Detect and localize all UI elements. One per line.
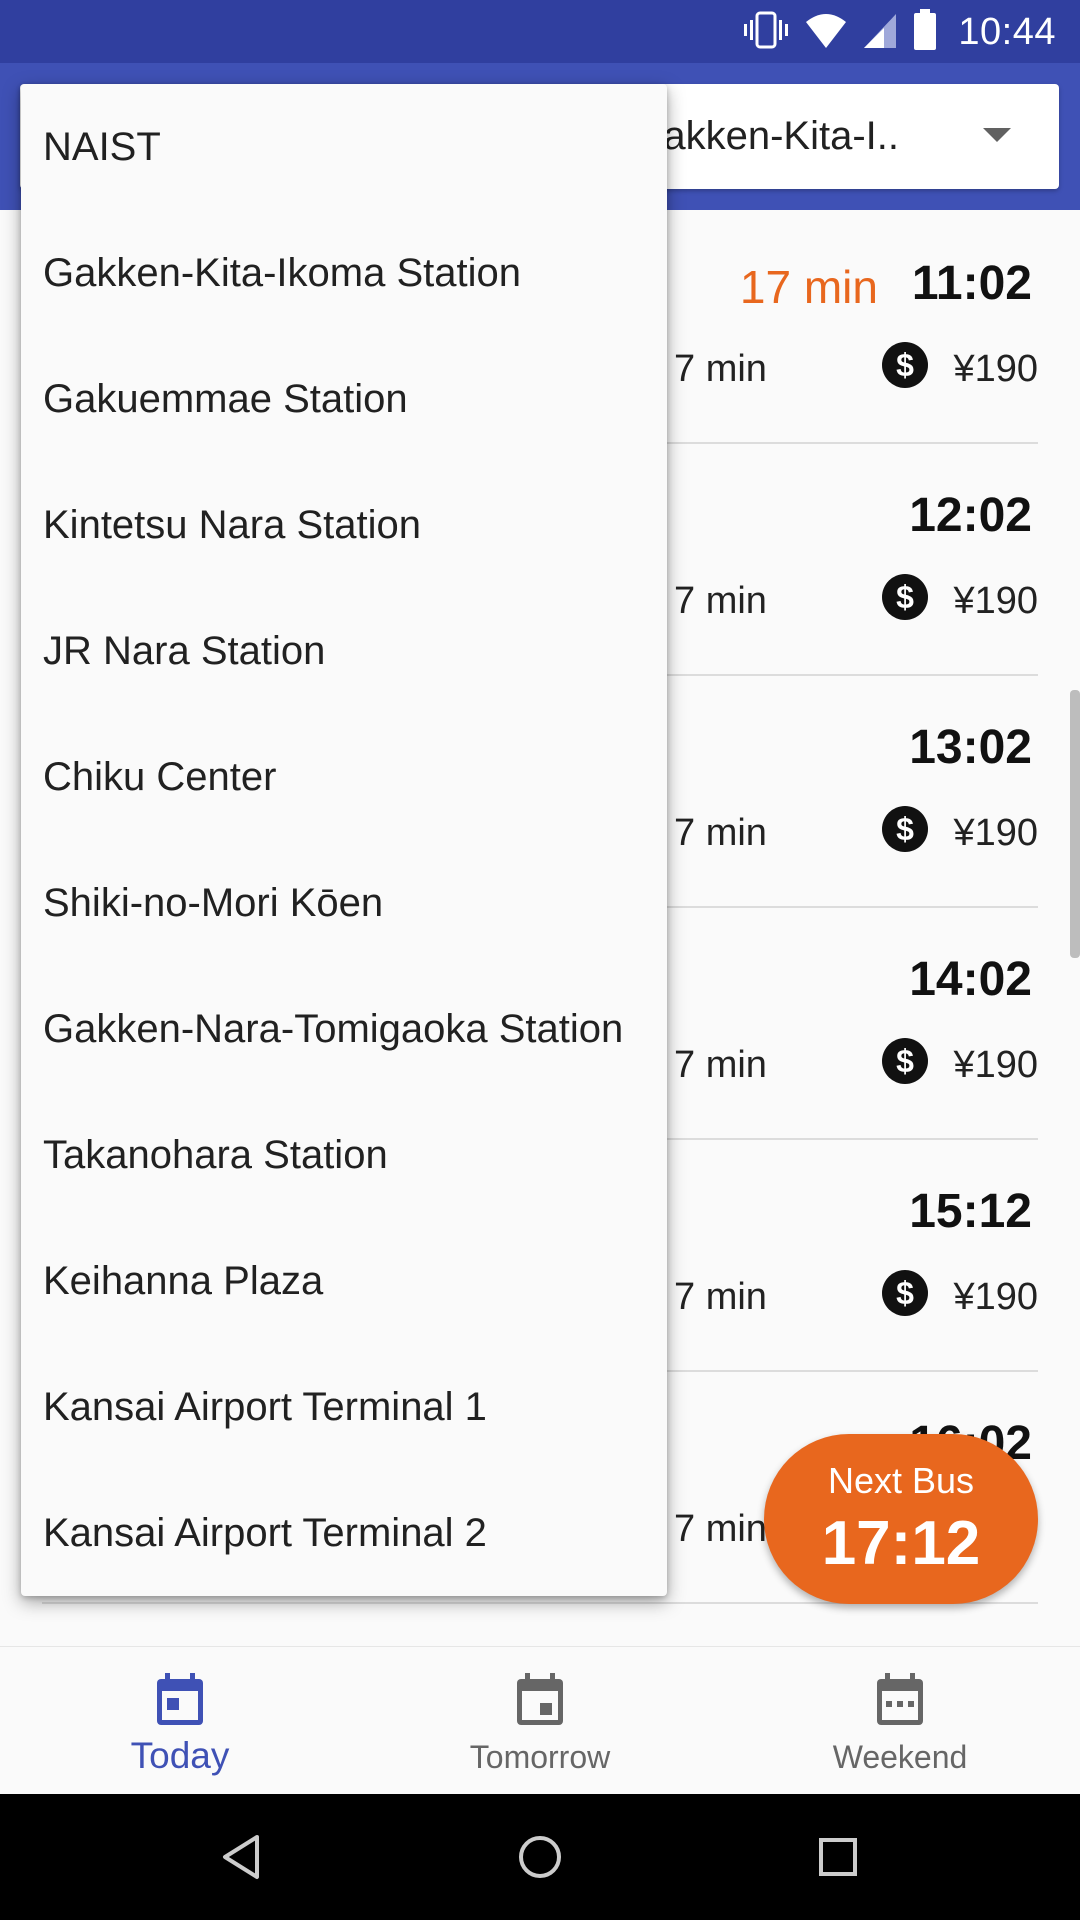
scrollbar[interactable] — [1070, 690, 1080, 958]
trip-duration: 7 min — [674, 1044, 767, 1086]
home-icon — [519, 1836, 561, 1878]
fare-icon: $ — [882, 574, 928, 620]
dropdown-option-chiku-center[interactable]: Chiku Center — [21, 714, 667, 840]
system-navigation-bar — [0, 1794, 1080, 1920]
tab-today[interactable]: Today — [0, 1647, 360, 1795]
tab-today-label: Today — [130, 1735, 230, 1776]
fare: ¥190 — [953, 812, 1038, 854]
dropdown-option-keihanna-plaza[interactable]: Keihanna Plaza — [21, 1218, 667, 1344]
trip-duration: 7 min — [674, 1508, 767, 1550]
dropdown-option-jr-nara[interactable]: JR Nara Station — [21, 588, 667, 714]
tab-weekend-label: Weekend — [832, 1739, 968, 1775]
signal-icon — [862, 10, 898, 55]
departure-time: 12:02 — [909, 489, 1032, 542]
screen: 10:44 akken-Kita-I.. 17 min 11:02 7 min … — [0, 0, 1080, 1920]
dropdown-arrow-icon — [983, 128, 1011, 142]
departure-time: 11:02 — [911, 257, 1032, 310]
wait-time: 17 min — [739, 261, 878, 313]
recents-icon — [819, 1838, 857, 1876]
calendar-tomorrow-icon — [517, 1673, 563, 1725]
dropdown-option-gakken-nara-tomigaoka[interactable]: Gakken-Nara-Tomigaoka Station — [21, 966, 667, 1092]
departure-time: 15:12 — [909, 1185, 1032, 1238]
battery-icon — [912, 8, 938, 56]
calendar-weekend-icon — [877, 1673, 923, 1725]
departure-time: 14:02 — [909, 953, 1032, 1006]
tab-tomorrow-label: Tomorrow — [469, 1739, 611, 1775]
status-icons: 10:44 — [742, 8, 1056, 56]
fare: ¥190 — [953, 1276, 1038, 1318]
calendar-today-icon — [157, 1673, 203, 1725]
fare: ¥190 — [953, 348, 1038, 390]
dropdown-option-kansai-airport-t1[interactable]: Kansai Airport Terminal 1 — [21, 1344, 667, 1470]
fare-icon: $ — [882, 806, 928, 852]
back-button[interactable] — [206, 1822, 276, 1892]
trip-duration: 7 min — [674, 1276, 767, 1318]
tab-tomorrow[interactable]: Tomorrow — [360, 1647, 720, 1795]
dropdown-option-naist[interactable]: NAIST — [21, 84, 667, 210]
next-bus-label: Next Bus — [827, 1460, 975, 1501]
departure-time: 13:02 — [909, 721, 1032, 774]
next-bus-time: 17:12 — [821, 1509, 981, 1578]
trip-duration: 7 min — [674, 580, 767, 622]
home-button[interactable] — [505, 1822, 575, 1892]
back-icon — [223, 1835, 259, 1879]
fare: ¥190 — [953, 580, 1038, 622]
trip-duration: 7 min — [674, 812, 767, 854]
dropdown-option-gakken-kita-ikoma[interactable]: Gakken-Kita-Ikoma Station — [21, 210, 667, 336]
recents-button[interactable] — [803, 1822, 873, 1892]
wifi-icon — [804, 10, 848, 55]
dropdown-option-kintetsu-nara[interactable]: Kintetsu Nara Station — [21, 462, 667, 588]
next-bus-button[interactable]: Next Bus 17:12 — [764, 1434, 1038, 1604]
fare: ¥190 — [953, 1044, 1038, 1086]
status-bar: 10:44 — [0, 0, 1080, 63]
fare-icon: $ — [882, 1270, 928, 1316]
stop-selector-value: akken-Kita-I.. — [663, 114, 899, 158]
fare-icon: $ — [882, 342, 928, 388]
dropdown-option-gakuemmae[interactable]: Gakuemmae Station — [21, 336, 667, 462]
status-time: 10:44 — [958, 10, 1056, 53]
fare-icon: $ — [882, 1038, 928, 1084]
dropdown-option-takanohara[interactable]: Takanohara Station — [21, 1092, 667, 1218]
stop-dropdown-menu: NAIST Gakken-Kita-Ikoma Station Gakuemma… — [21, 84, 667, 1596]
dropdown-option-kansai-airport-t2[interactable]: Kansai Airport Terminal 2 — [21, 1470, 667, 1596]
vibrate-icon — [742, 10, 790, 55]
bottom-navigation: Today Tomorrow Weekend — [0, 1646, 1080, 1795]
tab-weekend[interactable]: Weekend — [720, 1647, 1080, 1795]
trip-duration: 7 min — [674, 348, 767, 390]
dropdown-option-shiki-no-mori[interactable]: Shiki-no-Mori Kōen — [21, 840, 667, 966]
